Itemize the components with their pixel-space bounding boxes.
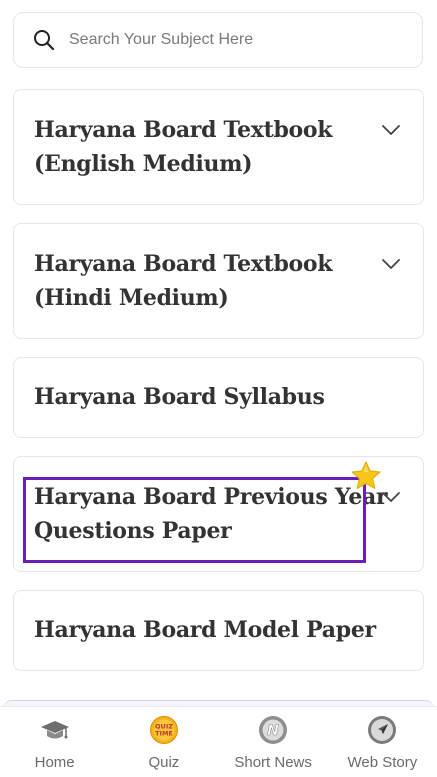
highlight-box (23, 477, 366, 563)
nav-item-quiz[interactable]: QUIZ TIME Quiz (109, 707, 218, 777)
card-title-line1: Haryana Board Model Paper (34, 617, 376, 643)
card-title: Haryana Board Model Paper (34, 613, 376, 647)
card-title-line1: Haryana Board Textbook (34, 117, 333, 143)
card-title-line2: (English Medium) (34, 151, 253, 177)
card-title: Haryana Board Textbook (Hindi Medium) (34, 247, 333, 315)
graduation-cap-icon (40, 721, 69, 739)
nav-label: Quiz (148, 754, 180, 771)
nav-item-home[interactable]: Home (0, 707, 109, 777)
news-n-icon: N (259, 716, 288, 744)
search-bar[interactable] (13, 12, 423, 68)
svg-text:TIME: TIME (155, 730, 173, 738)
chevron-down-icon[interactable] (381, 491, 401, 503)
nav-label: Home (34, 754, 75, 771)
card-title-line1: Haryana Board Syllabus (34, 384, 325, 410)
chevron-down-icon[interactable] (381, 124, 401, 136)
card-textbook-hindi[interactable]: Haryana Board Textbook (Hindi Medium) (13, 223, 424, 339)
search-icon (33, 29, 55, 51)
card-textbook-english[interactable]: Haryana Board Textbook (English Medium) (13, 89, 424, 205)
bottom-nav: Home QUIZ TIME Quiz N Short News Web Sto… (0, 706, 437, 777)
paper-plane-icon (368, 716, 397, 744)
star-icon (351, 461, 381, 489)
quiz-time-icon: QUIZ TIME (149, 716, 178, 744)
card-title: Haryana Board Syllabus (34, 380, 325, 414)
card-model-paper[interactable]: Haryana Board Model Paper (13, 590, 424, 671)
svg-text:N: N (267, 723, 279, 739)
card-title-line2: (Hindi Medium) (34, 285, 229, 311)
search-input[interactable] (67, 30, 391, 50)
page: Haryana Board Textbook (English Medium) … (0, 0, 437, 777)
nav-label: Short News (234, 754, 312, 771)
card-title: Haryana Board Textbook (English Medium) (34, 113, 333, 181)
nav-label: Web Story (347, 754, 418, 771)
chevron-down-icon[interactable] (381, 258, 401, 270)
nav-item-web-story[interactable]: Web Story (328, 707, 437, 777)
nav-item-short-news[interactable]: N Short News (219, 707, 328, 777)
card-syllabus[interactable]: Haryana Board Syllabus (13, 357, 424, 438)
card-title-line1: Haryana Board Textbook (34, 251, 333, 277)
